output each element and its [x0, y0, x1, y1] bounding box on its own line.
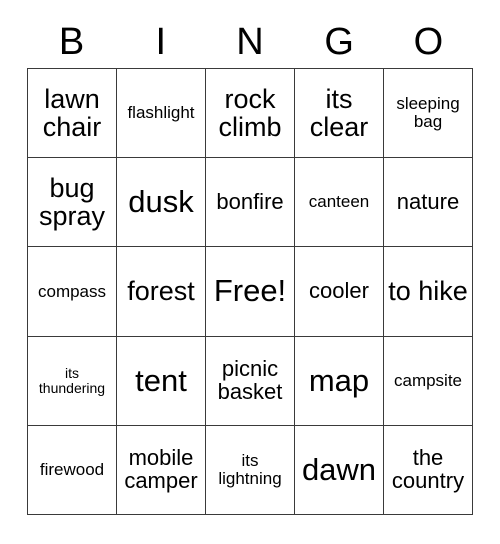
- bingo-cell-label: firewood: [39, 460, 105, 480]
- bingo-cell-label: mobile camper: [124, 445, 198, 493]
- bingo-cell[interactable]: tent: [117, 336, 206, 426]
- bingo-cell[interactable]: its thundering: [28, 336, 117, 426]
- bingo-cell-label: to hike: [388, 276, 468, 307]
- bingo-cell-label: its clear: [309, 84, 369, 143]
- bingo-header-letter-label: I: [155, 21, 167, 63]
- bingo-cell-label: rock climb: [218, 84, 282, 143]
- bingo-cell[interactable]: lawn chair: [28, 69, 117, 159]
- bingo-cell[interactable]: nature: [384, 158, 473, 248]
- bingo-cell-label: sleeping bag: [396, 94, 460, 132]
- bingo-cell[interactable]: firewood: [28, 425, 117, 516]
- bingo-cell[interactable]: to hike: [384, 247, 473, 337]
- bingo-cell[interactable]: campsite: [384, 336, 473, 426]
- bingo-cell[interactable]: map: [295, 336, 384, 426]
- bingo-cell[interactable]: dawn: [295, 425, 384, 516]
- bingo-cell[interactable]: bonfire: [206, 158, 295, 248]
- bingo-cell[interactable]: sleeping bag: [384, 69, 473, 159]
- bingo-cell-label: dusk: [128, 184, 194, 220]
- bingo-cell-label: the country: [391, 445, 465, 493]
- bingo-cell-label: dawn: [301, 451, 377, 487]
- bingo-cell[interactable]: picnic basket: [206, 336, 295, 426]
- bingo-row: its thundering tent picnic basket map ca…: [28, 336, 473, 426]
- bingo-header-letter-label: G: [324, 21, 354, 63]
- bingo-cell-label: its lightning: [218, 451, 282, 488]
- bingo-header-letter-b: B: [27, 16, 116, 68]
- bingo-header-letter-label: O: [413, 21, 444, 63]
- bingo-header-letter-label: N: [236, 21, 264, 63]
- bingo-cell-label: forest: [127, 276, 195, 307]
- bingo-cell[interactable]: cooler: [295, 247, 384, 337]
- bingo-cell-label: compass: [37, 281, 107, 301]
- bingo-cell-label: canteen: [308, 192, 370, 212]
- bingo-free-space-label: Free!: [213, 273, 287, 309]
- bingo-cell[interactable]: the country: [384, 425, 473, 516]
- bingo-row: bug spray dusk bonfire canteen nature: [28, 158, 473, 248]
- bingo-row: compass forest Free! cooler to hike: [28, 247, 473, 337]
- bingo-free-space-cell[interactable]: Free!: [206, 247, 295, 337]
- bingo-cell[interactable]: compass: [28, 247, 117, 337]
- bingo-cell[interactable]: forest: [117, 247, 206, 337]
- bingo-cell[interactable]: flashlight: [117, 69, 206, 159]
- bingo-cell[interactable]: its clear: [295, 69, 384, 159]
- bingo-card: B I N G O lawn chair flashlight rock cli…: [0, 0, 500, 544]
- bingo-cell[interactable]: its lightning: [206, 425, 295, 516]
- bingo-cell-label: campsite: [393, 370, 463, 390]
- bingo-grid: lawn chair flashlight rock climb its cle…: [27, 68, 473, 516]
- bingo-header-letter-i: I: [116, 16, 205, 68]
- bingo-cell-label: flashlight: [127, 103, 195, 123]
- bingo-cell-label: bonfire: [216, 188, 284, 214]
- bingo-header-row: B I N G O: [27, 16, 473, 68]
- bingo-header-letter-o: O: [384, 16, 473, 68]
- bingo-row: firewood mobile camper its lightning daw…: [28, 425, 473, 516]
- bingo-cell-label: tent: [135, 362, 187, 398]
- bingo-cell[interactable]: dusk: [117, 158, 206, 248]
- bingo-cell[interactable]: canteen: [295, 158, 384, 248]
- bingo-cell[interactable]: mobile camper: [117, 425, 206, 516]
- bingo-cell-label: its thundering: [38, 365, 106, 396]
- bingo-cell[interactable]: bug spray: [28, 158, 117, 248]
- bingo-row: lawn chair flashlight rock climb its cle…: [28, 69, 473, 159]
- bingo-header-letter-n: N: [205, 16, 294, 68]
- bingo-cell-label: bug spray: [38, 173, 106, 232]
- bingo-cell-label: nature: [396, 188, 460, 214]
- bingo-header-letter-label: B: [58, 21, 85, 63]
- bingo-cell-label: cooler: [309, 278, 369, 304]
- bingo-cell-label: lawn chair: [42, 84, 102, 143]
- bingo-header-letter-g: G: [295, 16, 384, 68]
- bingo-cell-label: map: [308, 362, 370, 398]
- bingo-cell-label: picnic basket: [217, 355, 283, 404]
- bingo-cell[interactable]: rock climb: [206, 69, 295, 159]
